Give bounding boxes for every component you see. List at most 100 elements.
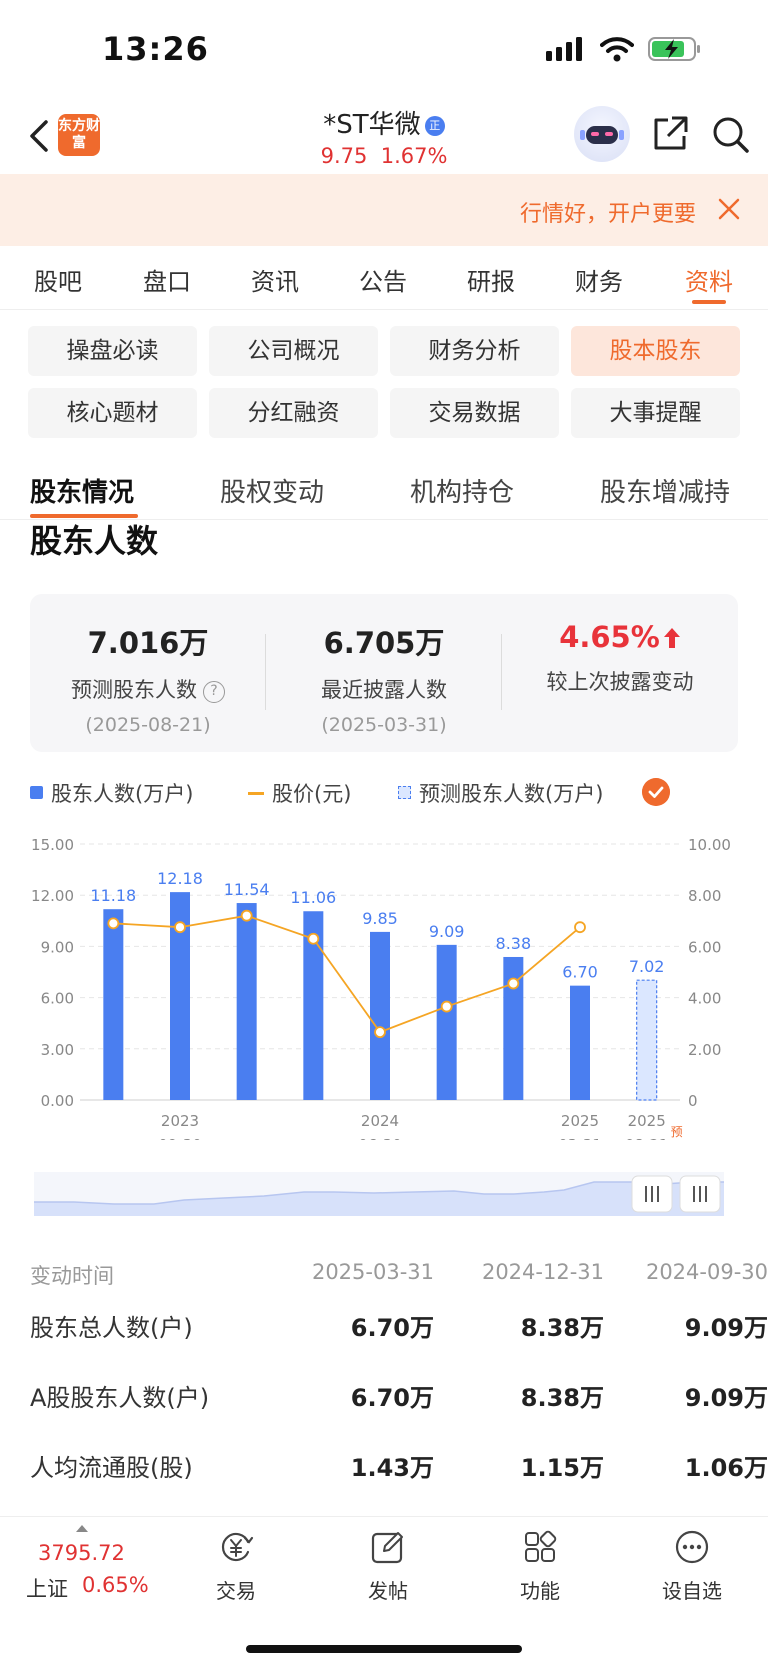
tab-guba[interactable]: 股吧 <box>8 262 108 297</box>
tab-holder-status[interactable]: 股东情况 <box>30 472 134 509</box>
bar-data-label: 11.18 <box>90 886 136 905</box>
promo-text[interactable]: 行情好，开户更要 <box>520 196 696 228</box>
x-tick-date: 08-21 <box>625 1136 669 1140</box>
sub-tab-trading-guide[interactable]: 操盘必读 <box>28 326 197 376</box>
edit-icon <box>371 1532 403 1564</box>
range-slider[interactable] <box>34 1172 724 1216</box>
check-icon[interactable] <box>642 778 670 806</box>
bottom-watchlist-button[interactable]: 设自选 <box>642 1529 742 1604</box>
tab-institution-holdings[interactable]: 机构持仓 <box>410 472 514 509</box>
index-value[interactable]: 3795.72 <box>38 1541 125 1565</box>
sub-tab-company-overview[interactable]: 公司概况 <box>209 326 378 376</box>
holder-data-table[interactable]: 变动时间 2025-03-31 2024-12-31 2024-09-30 股东… <box>0 1252 768 1512</box>
price-point <box>107 917 120 930</box>
summary-label: 最近披露人数 <box>321 678 447 702</box>
help-icon[interactable]: ? <box>203 681 225 703</box>
nav-bar: 东方财富 *ST华微正 9.75 1.67% <box>0 100 768 174</box>
shareholder-chart[interactable]: 15.00 12.00 9.00 6.00 3.00 0.00 10.00 8.00 6.00 4… <box>0 820 768 1140</box>
legend-holders[interactable]: 股东人数(万户) <box>30 778 193 808</box>
holder-bar <box>370 931 390 1100</box>
x-tick-date: 06-30 <box>358 1136 402 1140</box>
signal-icon <box>546 37 582 61</box>
y-tick-right: 2.00 <box>688 1041 721 1059</box>
table-cell: 1.15万 <box>520 1454 604 1482</box>
tab-research[interactable]: 研报 <box>441 262 541 297</box>
price-point <box>374 1026 386 1039</box>
search-icon[interactable] <box>710 114 750 154</box>
legend-label: 股价(元) <box>272 782 352 806</box>
legend-forecast[interactable]: 预测股东人数(万户) <box>398 778 603 808</box>
legend-label: 预测股东人数(万户) <box>419 782 604 806</box>
chart-legend: 股东人数(万户) 股价(元) 预测股东人数(万户) <box>30 778 738 808</box>
wifi-icon <box>600 37 634 62</box>
price-value: 9.75 <box>320 144 368 168</box>
y-tick-right: 4.00 <box>688 990 721 1008</box>
line-swatch-icon <box>248 792 264 795</box>
expand-up-icon[interactable] <box>76 1525 88 1532</box>
tab-news[interactable]: 资讯 <box>225 262 325 297</box>
sub-tab-financial-analysis[interactable]: 财务分析 <box>390 326 559 376</box>
sub-tab-dividends[interactable]: 分红融资 <box>209 388 378 438</box>
summary-card: 7.016万 预测股东人数? (2025-08-21) 6.705万 最近披露人… <box>30 594 738 752</box>
summary-label: 预测股东人数 <box>71 678 197 702</box>
y-tick-left: 0.00 <box>41 1092 74 1110</box>
y-tick-left: 15.00 <box>31 836 74 854</box>
range-handle-right-icon[interactable] <box>679 1175 721 1213</box>
table-cell: 9.09万 <box>684 1384 768 1412</box>
row-label: 股东总人数(户) <box>30 1314 193 1342</box>
arrow-up-icon <box>663 628 680 648</box>
close-icon[interactable] <box>716 196 742 222</box>
index-name[interactable]: 上证 <box>26 1573 68 1603</box>
bottom-features-button[interactable]: 功能 <box>490 1529 590 1604</box>
table-cell: 6.70万 <box>350 1314 434 1342</box>
legend-price[interactable]: 股价(元) <box>248 778 351 808</box>
holder-bar <box>436 944 457 1100</box>
sub-tab-events[interactable]: 大事提醒 <box>571 388 740 438</box>
table-row: A股股东人数(户) 6.70万 8.38万 9.09万 <box>0 1378 768 1428</box>
bar-data-label: 12.18 <box>157 869 203 888</box>
table-header-cell: 2024-09-30 <box>645 1260 768 1284</box>
tab-pankou[interactable]: 盘口 <box>117 262 217 297</box>
bottom-label: 设自选 <box>662 1579 722 1603</box>
share-icon[interactable] <box>650 114 690 154</box>
range-handle-left-icon[interactable] <box>631 1175 673 1213</box>
index-change[interactable]: 0.65% <box>82 1573 149 1597</box>
sub-tab-core-themes[interactable]: 核心题材 <box>28 388 197 438</box>
forecast-bar <box>636 979 658 1101</box>
tab-finance[interactable]: 财务 <box>549 262 649 297</box>
status-bar: 13:26 <box>0 0 768 100</box>
tab-holder-changes[interactable]: 股东增减持 <box>600 472 730 509</box>
price-point <box>507 977 520 990</box>
x-tick-year: 2024 <box>361 1112 399 1130</box>
table-cell: 8.38万 <box>520 1314 604 1342</box>
sub-tab-grid: 操盘必读 公司概况 财务分析 股本股东 核心题材 分红融资 交易数据 大事提醒 <box>28 326 740 438</box>
tab-profile[interactable]: 资料 <box>659 262 759 297</box>
price-point <box>307 932 320 945</box>
yuan-exchange-icon <box>221 1532 254 1562</box>
bottom-post-button[interactable]: 发帖 <box>338 1529 438 1604</box>
holder-tabs: 股东情况 股权变动 机构持仓 股东增减持 <box>0 462 768 520</box>
tab-equity-change[interactable]: 股权变动 <box>220 472 324 509</box>
stock-name: *ST华微 <box>323 110 421 140</box>
price-point <box>240 909 253 922</box>
sub-tab-trading-data[interactable]: 交易数据 <box>390 388 559 438</box>
bottom-bar: 3795.72 上证 0.65% 交易 发帖 功能 设自选 <box>0 1516 768 1665</box>
bar-data-label: 8.38 <box>496 934 532 953</box>
y-tick-left: 6.00 <box>41 990 74 1008</box>
bar-data-label: 9.09 <box>429 922 465 941</box>
tab-announcements[interactable]: 公告 <box>333 262 433 297</box>
bottom-trade-button[interactable]: 交易 <box>186 1529 286 1604</box>
grid-icon <box>525 1530 557 1562</box>
status-icons <box>546 36 702 62</box>
summary-date: (2025-08-21) <box>85 714 211 736</box>
bar-data-label: 9.85 <box>362 909 398 928</box>
table-header-label: 变动时间 <box>30 1264 114 1288</box>
home-indicator[interactable] <box>246 1645 522 1653</box>
sub-tab-shareholders[interactable]: 股本股东 <box>571 326 740 376</box>
robot-assistant-icon[interactable] <box>574 106 630 162</box>
x-tick-year: 2025 <box>561 1112 599 1130</box>
bottom-label: 交易 <box>216 1579 256 1603</box>
verified-badge-icon: 正 <box>424 115 445 136</box>
x-tick-year: 2023 <box>161 1112 199 1130</box>
promo-banner[interactable]: 行情好，开户更要 <box>0 174 768 246</box>
